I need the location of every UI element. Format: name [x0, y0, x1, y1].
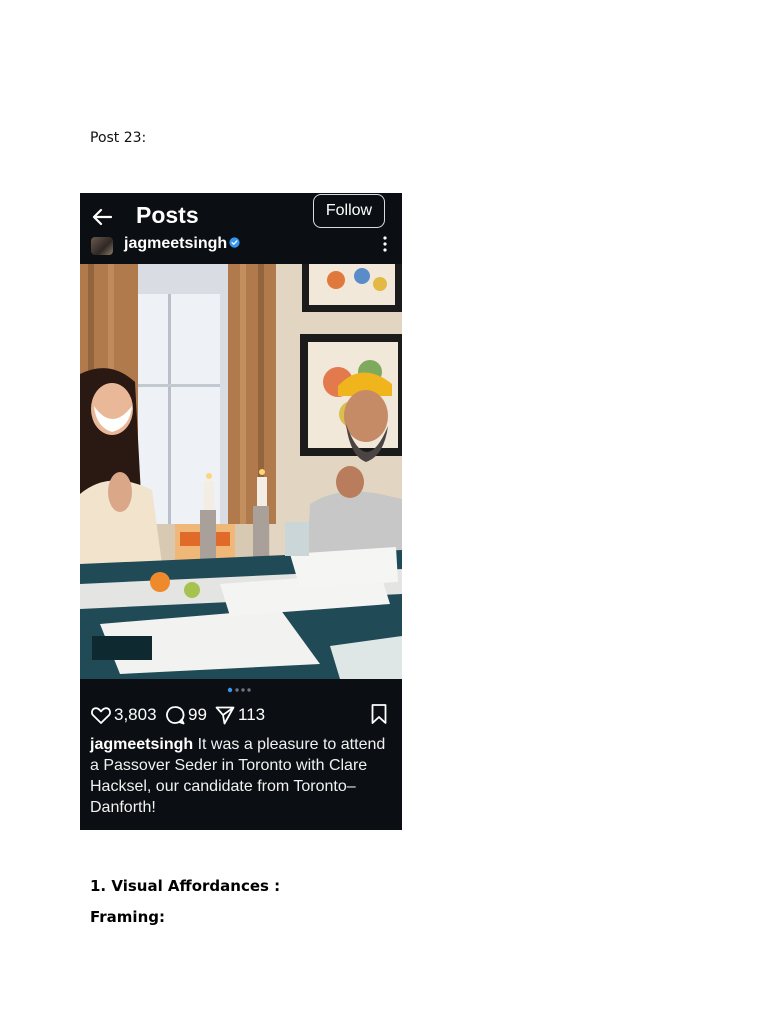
- post-label: Post 23:: [90, 130, 147, 146]
- follow-button[interactable]: Follow: [313, 194, 385, 228]
- verified-badge-icon: [229, 237, 240, 248]
- comment-button[interactable]: 99: [164, 701, 207, 729]
- instagram-post-screenshot: Posts Follow jagmeetsingh 3,803 99 113 j…: [80, 193, 402, 830]
- vertical-dots-icon[interactable]: [378, 235, 392, 253]
- page-title: Posts: [136, 202, 199, 228]
- post-photo[interactable]: [80, 264, 402, 679]
- share-button[interactable]: 113: [214, 701, 265, 729]
- paper-plane-icon: [215, 706, 235, 725]
- comment-count: 99: [188, 705, 207, 724]
- username[interactable]: jagmeetsingh: [124, 235, 227, 253]
- bookmark-icon[interactable]: [370, 703, 388, 725]
- arrow-left-icon[interactable]: [91, 206, 113, 228]
- heart-icon: [91, 707, 111, 724]
- share-count: 113: [238, 705, 266, 724]
- action-bar: 3,803 99 113: [80, 701, 402, 729]
- like-count: 3,803: [114, 705, 157, 724]
- carousel-dot: [241, 688, 245, 692]
- carousel-dot: [235, 688, 239, 692]
- post-header: Posts Follow jagmeetsingh: [80, 193, 402, 264]
- carousel-dot: [227, 687, 233, 693]
- comment-bubble-icon: [166, 706, 185, 725]
- section-heading: 1. Visual Affordances :: [90, 877, 281, 895]
- carousel-dot: [247, 688, 251, 692]
- subsection-heading: Framing:: [90, 908, 165, 926]
- caption-username[interactable]: jagmeetsingh: [90, 736, 193, 753]
- carousel-indicator: [227, 687, 251, 693]
- avatar[interactable]: [91, 237, 113, 255]
- like-button[interactable]: 3,803: [90, 701, 157, 729]
- post-caption: jagmeetsingh It was a pleasure to attend…: [90, 734, 394, 818]
